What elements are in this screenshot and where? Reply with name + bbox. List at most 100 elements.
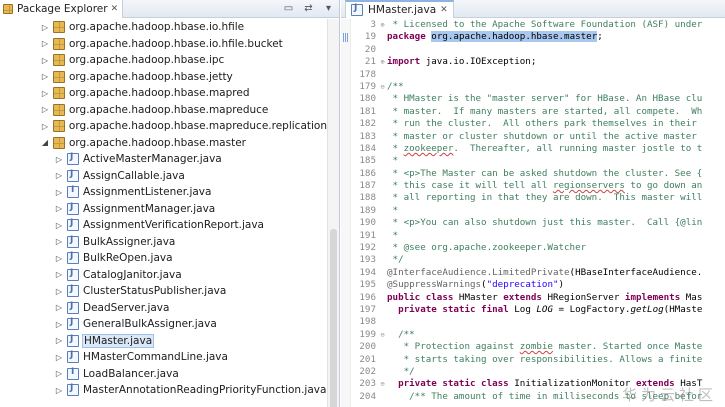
line-number: 193 <box>359 254 376 266</box>
package-explorer-tab[interactable]: Package Explorer ✕ <box>0 0 124 18</box>
collapsed-arrow-icon[interactable]: ▷ <box>54 386 64 395</box>
code-token: zombie <box>519 341 553 353</box>
tree-item-label: org.apache.hadoop.hbase.mapred <box>69 87 250 100</box>
code-line: 186 * <p>The Master can be asked shutdow… <box>351 168 725 180</box>
code-token: (HMaste <box>663 303 703 315</box>
collapsed-arrow-icon[interactable]: ▷ <box>54 353 64 362</box>
java-file-icon <box>351 3 363 16</box>
tree-item-package[interactable]: ▷ org.apache.hadoop.hbase.jetty <box>0 69 327 86</box>
code-line: 181 * master. If many masters are starte… <box>351 106 725 118</box>
fold-toggle-icon[interactable]: ⊖ <box>378 81 387 93</box>
fold-toggle-icon <box>378 93 387 105</box>
expanded-arrow-icon[interactable]: ◢ <box>40 138 50 147</box>
tree-item-file[interactable]: ▷ MasterAnnotationReadingPriorityFunction… <box>0 382 327 399</box>
collapsed-arrow-icon[interactable]: ▷ <box>54 221 64 230</box>
package-explorer-scrollbar[interactable] <box>327 19 339 407</box>
java-class-icon <box>67 284 79 298</box>
collapsed-arrow-icon[interactable]: ▷ <box>40 23 50 32</box>
collapsed-arrow-icon[interactable]: ▷ <box>54 303 64 312</box>
code-token: InitializationMonitor <box>508 378 636 390</box>
code-token: * Licensed to the Apache Software Founda… <box>387 19 703 30</box>
collapse-all-icon[interactable]: ▭ <box>282 1 295 15</box>
editor-tab-hmaster[interactable]: HMaster.java ✕ <box>345 0 454 18</box>
tree-item-package[interactable]: ▷ org.apache.hadoop.hbase.io.hfile <box>0 19 327 36</box>
fold-toggle-icon[interactable]: ⊕ <box>378 56 387 68</box>
tree-item-file[interactable]: ▷ CatalogJanitor.java <box>0 267 327 284</box>
collapsed-arrow-icon[interactable]: ▷ <box>54 204 64 213</box>
package-icon <box>53 87 65 100</box>
collapsed-arrow-icon[interactable]: ▷ <box>54 320 64 329</box>
collapsed-arrow-icon[interactable]: ▷ <box>40 56 50 65</box>
code-token: ) <box>558 279 565 291</box>
tree-item-file[interactable]: ▷ AssignmentListener.java <box>0 184 327 201</box>
tree-item-package[interactable]: ▷ org.apache.hadoop.hbase.ipc <box>0 52 327 69</box>
code-token: * all reporting in that they are down. T… <box>387 192 703 204</box>
tree-item-label: DeadServer.java <box>83 301 170 314</box>
code-token: @SuppressWarnings <box>387 279 482 291</box>
collapsed-arrow-icon[interactable]: ▷ <box>54 287 64 296</box>
tree-item-package[interactable]: ◢ org.apache.hadoop.hbase.master <box>0 135 327 152</box>
tree-item-file[interactable]: ▷ AssignCallable.java <box>0 168 327 185</box>
tree-item-label: CatalogJanitor.java <box>83 268 182 281</box>
tree-item-file[interactable]: ▷ ActiveMasterManager.java <box>0 151 327 168</box>
scrollbar-thumb[interactable] <box>330 229 337 407</box>
editor-ruler[interactable] <box>341 19 351 407</box>
collapsed-arrow-icon[interactable]: ▷ <box>54 155 64 164</box>
fold-toggle-icon[interactable]: ⊖ <box>378 329 387 341</box>
collapsed-arrow-icon[interactable]: ▷ <box>40 39 50 48</box>
tree-item-file[interactable]: ▷ HMaster.java <box>0 333 327 350</box>
package-explorer-tabbar: Package Explorer ✕ ▭ ⇄ ▾ <box>0 0 339 18</box>
close-icon[interactable]: ✕ <box>111 4 119 14</box>
package-icon <box>53 37 65 50</box>
tree-item-file[interactable]: ▷ AssignmentManager.java <box>0 201 327 218</box>
tree-item-package[interactable]: ▷ org.apache.hadoop.hbase.io.hfile.bucket <box>0 36 327 53</box>
tree-item-label: HMasterCommandLine.java <box>83 351 228 364</box>
collapsed-arrow-icon[interactable]: ▷ <box>54 270 64 279</box>
tree-item-file[interactable]: ▷ DeadServer.java <box>0 300 327 317</box>
package-explorer-icon <box>3 4 13 14</box>
collapsed-arrow-icon[interactable]: ▷ <box>54 336 64 345</box>
collapsed-arrow-icon[interactable]: ▷ <box>54 369 64 378</box>
collapsed-arrow-icon[interactable]: ▷ <box>40 105 50 114</box>
collapsed-arrow-icon[interactable]: ▷ <box>54 188 64 197</box>
code-text: */ <box>387 366 415 378</box>
tree-item-file[interactable]: ▷ LoadBalancer.java <box>0 366 327 383</box>
collapsed-arrow-icon[interactable]: ▷ <box>40 72 50 81</box>
code-text: /** <box>387 329 415 341</box>
tree-item-label: org.apache.hadoop.hbase.master <box>69 136 246 149</box>
code-token: * run the cluster. All others park thems… <box>387 118 697 130</box>
line-number: 197 <box>359 303 376 315</box>
view-menu-icon[interactable]: ▾ <box>322 1 335 15</box>
code-area[interactable]: 3 ⊕ * Licensed to the Apache Software Fou… <box>351 19 725 407</box>
collapsed-arrow-icon[interactable]: ▷ <box>54 237 64 246</box>
collapsed-arrow-icon[interactable]: ▷ <box>40 122 50 131</box>
collapsed-arrow-icon[interactable]: ▷ <box>40 89 50 98</box>
tree-item-file[interactable]: ▷ HMasterCommandLine.java <box>0 349 327 366</box>
fold-toggle-icon <box>378 118 387 130</box>
code-line: 179 ⊖/** <box>351 81 725 93</box>
tree-item-package[interactable]: ▷ org.apache.hadoop.hbase.mapreduce.repli… <box>0 118 327 135</box>
fold-toggle-icon[interactable]: ⊖ <box>378 378 387 390</box>
tree-item-package[interactable]: ▷ org.apache.hadoop.hbase.mapred <box>0 85 327 102</box>
tree-item-file[interactable]: ▷ BulkReOpen.java <box>0 250 327 267</box>
fold-toggle-icon[interactable]: ⊕ <box>378 19 387 31</box>
tree-item-file[interactable]: ▷ BulkAssigner.java <box>0 234 327 251</box>
close-icon[interactable]: ✕ <box>440 5 448 15</box>
line-number: 198 <box>359 316 376 328</box>
tree-item-file[interactable]: ▷ AssignmentVerificationReport.java <box>0 217 327 234</box>
package-icon <box>53 136 65 149</box>
code-line: 200 * Protection against zombie master. … <box>351 341 725 353</box>
fold-toggle-icon <box>378 131 387 143</box>
code-line: 182 * run the cluster. All others park t… <box>351 118 725 130</box>
tree-item-package[interactable]: ▷ org.apache.hadoop.hbase.mapreduce <box>0 102 327 119</box>
link-with-editor-icon[interactable]: ⇄ <box>302 1 315 15</box>
code-text: * Protection against zombie master. Star… <box>387 341 703 353</box>
code-token: * <p>The Master can be asked shutdown th… <box>387 167 703 179</box>
tree-item-file[interactable]: ▷ GeneralBulkAssigner.java <box>0 316 327 333</box>
code-token: import <box>387 56 421 68</box>
collapsed-arrow-icon[interactable]: ▷ <box>54 254 64 263</box>
tree-item-file[interactable]: ▷ ClusterStatusPublisher.java <box>0 283 327 300</box>
collapsed-arrow-icon[interactable]: ▷ <box>54 171 64 180</box>
fold-toggle-icon <box>378 192 387 204</box>
package-explorer-toolbar: ▭ ⇄ ▾ <box>282 1 335 15</box>
